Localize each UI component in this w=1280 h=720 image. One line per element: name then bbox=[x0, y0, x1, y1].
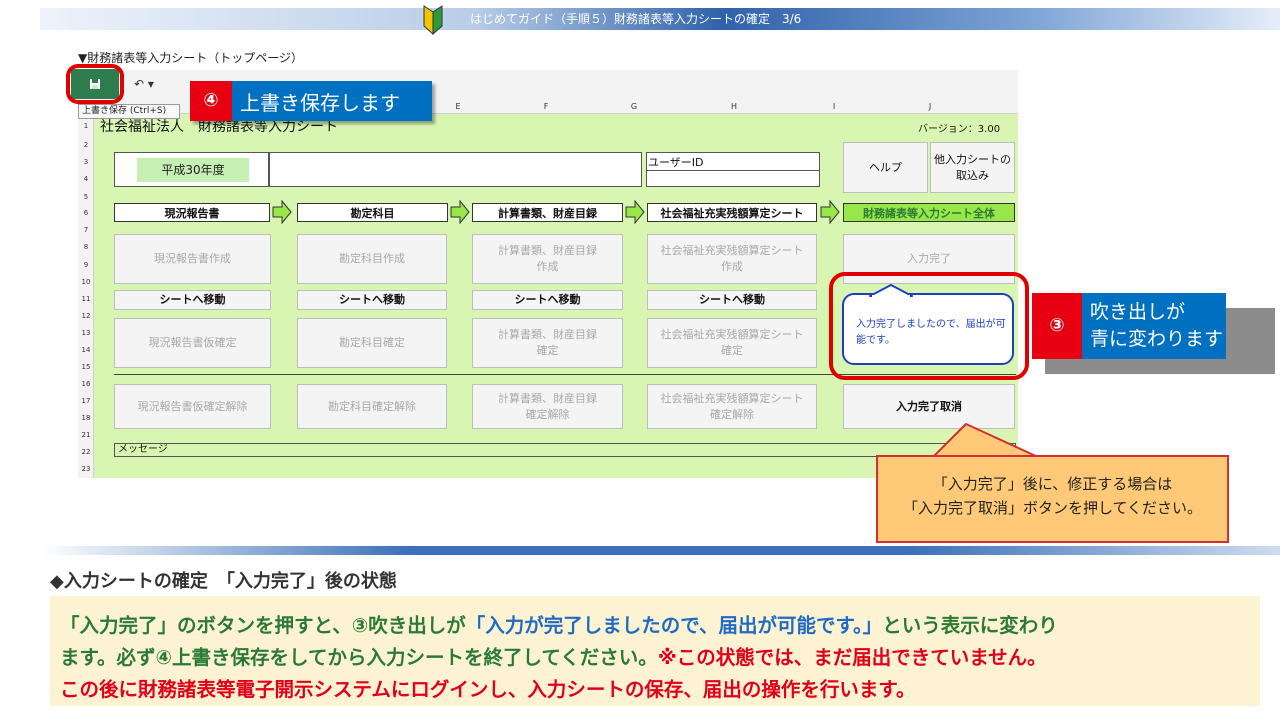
balloon-tail bbox=[869, 284, 913, 297]
balloon-callout-line2: 青に変わります bbox=[1090, 328, 1224, 350]
beginner-mark-icon bbox=[423, 5, 443, 36]
row-number: 13 bbox=[81, 329, 91, 337]
confirm-financial-statements-button[interactable]: 計算書類、財産目録 確定 bbox=[472, 318, 623, 368]
info-warning: ※この状態では、まだ届出できていません。 bbox=[657, 646, 1047, 669]
row-number: 11 bbox=[81, 295, 91, 303]
info-text: ます。必ず④上書き保存をしてから入力シートを終了してください。 bbox=[60, 646, 658, 669]
cancel-note: 「入力完了」後に、修正する場合は 「入力完了取消」ボタンを押してください。 bbox=[876, 455, 1229, 543]
row-number: 5 bbox=[83, 193, 89, 201]
confirm-surplus-sheet-button[interactable]: 社会福祉充実残額算定シート 確定 bbox=[647, 318, 817, 368]
user-id-divider bbox=[646, 170, 820, 171]
release-financial-statements-button[interactable]: 計算書類、財産目録 確定解除 bbox=[472, 384, 623, 429]
column-letter: I bbox=[832, 102, 836, 111]
row-number: 6 bbox=[83, 209, 89, 217]
header-whole-sheet: 財務諸表等入力シート全体 bbox=[843, 203, 1015, 222]
info-text: 「入力完了」のボタンを押すと、③吹き出しが bbox=[60, 614, 466, 637]
info-line-1: 「入力完了」のボタンを押すと、③吹き出しが「入力が完了しましたので、届出が可能で… bbox=[60, 609, 1058, 638]
note-line2: 「入力完了取消」ボタンを押してください。 bbox=[902, 499, 1203, 517]
row-number: 8 bbox=[83, 243, 89, 251]
row-number: 9 bbox=[83, 261, 89, 269]
create-surplus-sheet-button[interactable]: 社会福祉充実残額算定シート 作成 bbox=[647, 234, 817, 284]
row-number: 2 bbox=[83, 141, 89, 149]
info-line-2: ます。必ず④上書き保存をしてから入力シートを終了してください。※この状態では、ま… bbox=[60, 641, 1047, 670]
row-number: 10 bbox=[81, 278, 91, 286]
column-letter: E bbox=[455, 102, 461, 111]
save-tooltip: 上書き保存 (Ctrl+S) bbox=[78, 104, 180, 119]
column-letter: J bbox=[928, 102, 932, 111]
move-to-sheet-button[interactable]: シートへ移動 bbox=[472, 290, 623, 310]
release-surplus-sheet-button[interactable]: 社会福祉充実残額算定シート 確定解除 bbox=[647, 384, 817, 429]
callout-badge: ④ bbox=[190, 81, 232, 121]
header-financial-statements: 計算書類、財産目録 bbox=[472, 203, 623, 222]
row-number: 16 bbox=[81, 380, 91, 388]
move-to-sheet-button[interactable]: シートへ移動 bbox=[297, 290, 447, 310]
release-current-report-button[interactable]: 現況報告書仮確定解除 bbox=[114, 384, 271, 429]
release-account-items-button[interactable]: 勘定科目確定解除 bbox=[297, 384, 447, 429]
save-callout: ④ 上書き保存します bbox=[190, 81, 432, 121]
header-current-report: 現況報告書 bbox=[114, 203, 270, 222]
flow-arrow-icon bbox=[820, 200, 840, 224]
header-surplus-calculation: 社会福祉充実残額算定シート bbox=[647, 203, 817, 222]
row-number: 14 bbox=[81, 346, 91, 354]
section-separator bbox=[40, 546, 1280, 555]
row-number: 3 bbox=[83, 158, 89, 166]
row-number: 12 bbox=[81, 312, 91, 320]
create-financial-statements-button[interactable]: 計算書類、財産目録 作成 bbox=[472, 234, 623, 284]
flow-arrow-icon bbox=[450, 200, 470, 224]
balloon-callout: ③ 吹き出しが 青に変わります bbox=[1032, 293, 1226, 359]
row-number: 23 bbox=[81, 465, 91, 473]
row-number: 4 bbox=[83, 175, 89, 183]
user-id-label: ユーザーID bbox=[648, 156, 704, 169]
row-number: 7 bbox=[83, 226, 89, 234]
flow-arrow-icon bbox=[625, 200, 645, 224]
info-line-3: この後に財務諸表等電子開示システムにログインし、入力シートの保存、届出の操作を行… bbox=[60, 678, 916, 701]
note-pointer bbox=[932, 423, 1039, 458]
info-highlight: 「入力が完了しましたので、届出が可能です。」 bbox=[465, 614, 883, 637]
note-line1: 「入力完了」後に、修正する場合は bbox=[932, 475, 1173, 493]
callout-badge: ③ bbox=[1032, 293, 1082, 359]
row-number: 1 bbox=[83, 122, 89, 130]
save-callout-text: 上書き保存します bbox=[240, 91, 400, 115]
undo-button[interactable]: ↶ ▾ bbox=[134, 77, 154, 91]
column-letter: H bbox=[730, 102, 737, 111]
header-account-items: 勘定科目 bbox=[297, 203, 448, 222]
create-current-report-button[interactable]: 現況報告書作成 bbox=[114, 234, 271, 284]
fiscal-year-value: 平成30年度 bbox=[137, 158, 249, 182]
status-balloon: 入力完了しましたので、届出が可能です。 bbox=[842, 293, 1014, 365]
save-highlight-frame bbox=[66, 64, 124, 104]
flow-arrow-icon bbox=[272, 200, 292, 224]
header-title: はじめてガイド（手順５）財務諸表等入力シートの確定 3/6 bbox=[470, 12, 802, 26]
row-number: 17 bbox=[81, 397, 91, 405]
help-button[interactable]: ヘルプ bbox=[843, 142, 928, 193]
column-letter: G bbox=[630, 102, 638, 111]
row-number: 15 bbox=[81, 363, 91, 371]
import-sheet-button[interactable]: 他入力シートの 取込み bbox=[930, 142, 1015, 193]
info-text: という表示に変わり bbox=[882, 614, 1058, 637]
row-number: 22 bbox=[81, 448, 91, 456]
version-label: バージョン：3.00 bbox=[918, 124, 1001, 135]
office-name-box bbox=[269, 152, 642, 187]
move-to-sheet-button[interactable]: シートへ移動 bbox=[114, 290, 271, 310]
create-account-items-button[interactable]: 勘定科目作成 bbox=[297, 234, 447, 284]
balloon-callout-line1: 吹き出しが bbox=[1090, 301, 1186, 323]
confirm-account-items-button[interactable]: 勘定科目確定 bbox=[297, 318, 447, 368]
move-to-sheet-button[interactable]: シートへ移動 bbox=[647, 290, 817, 310]
row-number: 21 bbox=[81, 431, 91, 439]
section-title: ◆入力シートの確定 「入力完了」後の状態 bbox=[50, 571, 397, 592]
row-number: 18 bbox=[81, 414, 91, 422]
column-letter: F bbox=[543, 102, 549, 111]
confirm-current-report-button[interactable]: 現況報告書仮確定 bbox=[114, 318, 271, 368]
